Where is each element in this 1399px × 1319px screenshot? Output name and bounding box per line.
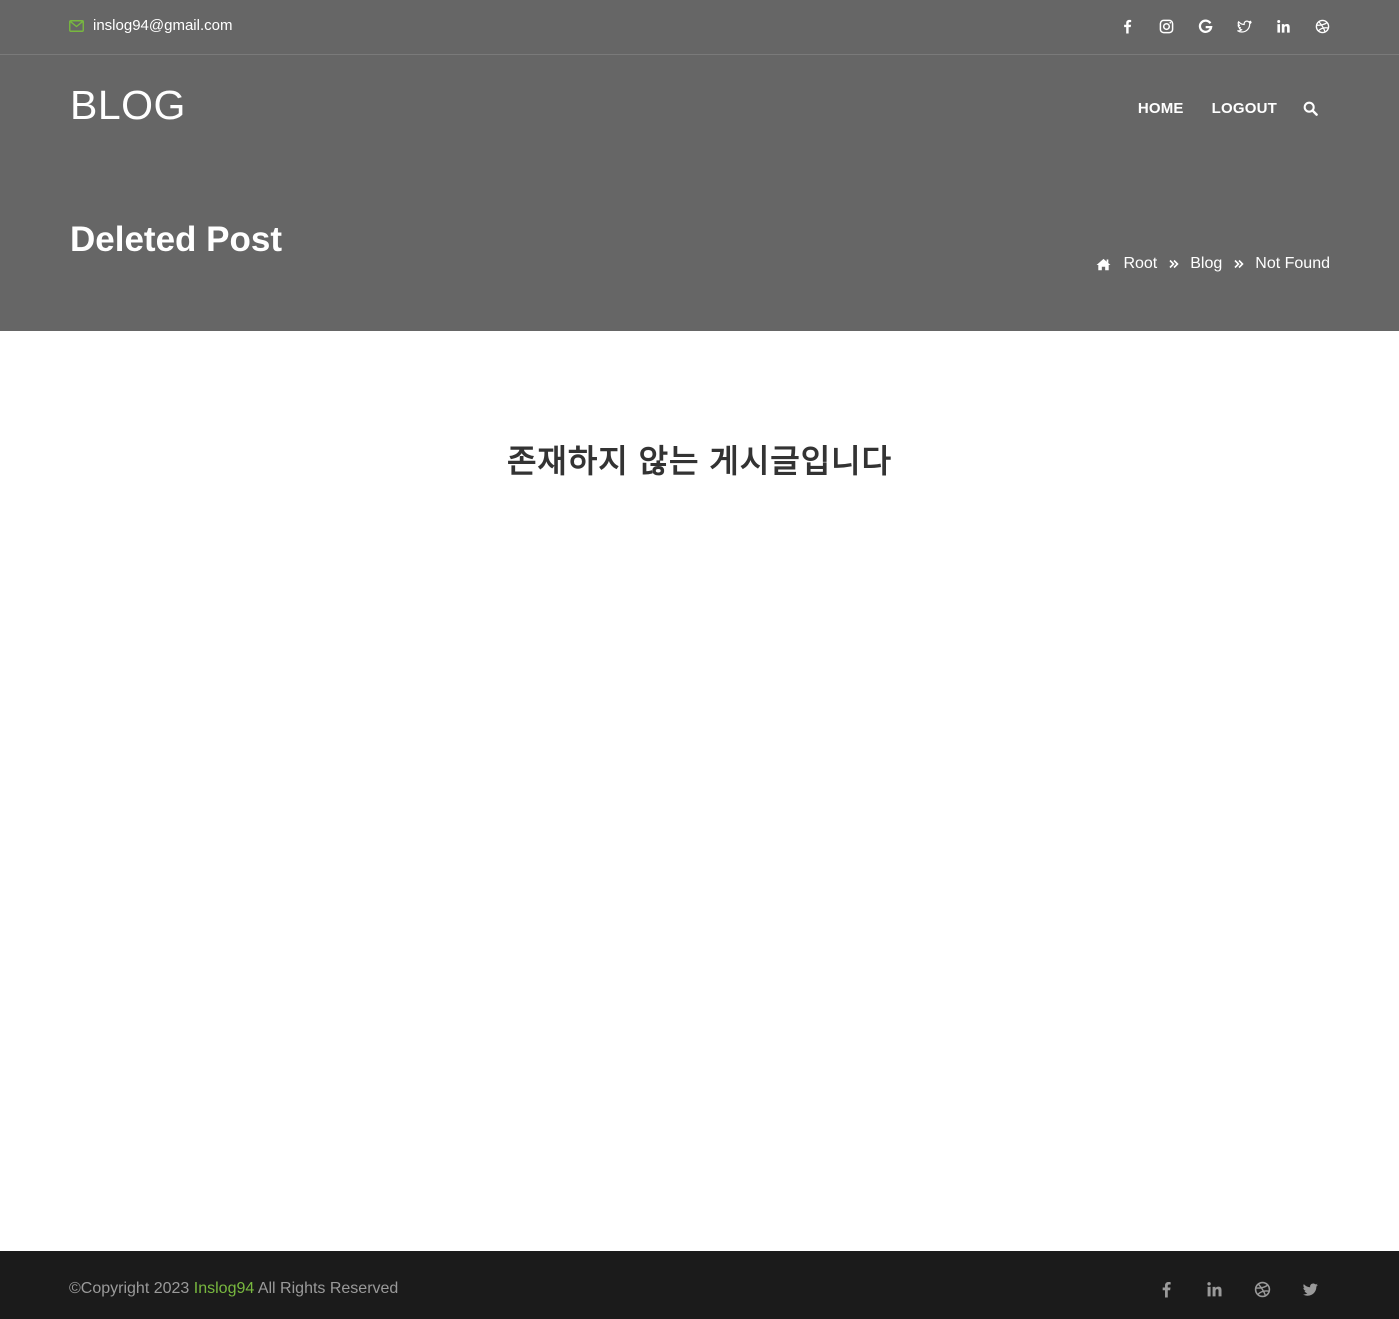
- linkedin-icon: [1206, 1281, 1222, 1296]
- google-icon: [1198, 18, 1212, 33]
- instagram-link[interactable]: [1157, 17, 1175, 35]
- linkedin-link[interactable]: [1274, 17, 1292, 35]
- copyright-prefix: ©Copyright 2023: [69, 1280, 190, 1297]
- contact-email: inslog94@gmail.com: [93, 17, 233, 34]
- home-icon: [1096, 258, 1111, 270]
- envelope-icon: [69, 19, 84, 32]
- linkedin-icon: [1276, 19, 1290, 33]
- top-bar: inslog94@gmail.com: [0, 0, 1399, 55]
- footer-linkedin-link[interactable]: [1204, 1279, 1224, 1299]
- facebook-icon: [1162, 1281, 1171, 1297]
- nav-home[interactable]: HOME: [1138, 100, 1184, 117]
- footer-social-links: [1128, 1279, 1320, 1299]
- breadcrumb-blog[interactable]: Blog: [1190, 255, 1222, 273]
- page-title: Deleted Post: [70, 220, 282, 259]
- main-nav: HOME LOGOUT: [1110, 100, 1318, 117]
- footer-brand-link[interactable]: Inslog94: [194, 1280, 255, 1297]
- dribbble-link[interactable]: [1313, 17, 1331, 35]
- nav-logout[interactable]: LOGOUT: [1212, 100, 1277, 117]
- copyright-suffix: All Rights Reserved: [257, 1280, 399, 1297]
- breadcrumb-current: Not Found: [1255, 255, 1330, 272]
- facebook-icon: [1123, 19, 1131, 34]
- footer-dribbble-link[interactable]: [1252, 1279, 1272, 1299]
- footer-facebook-link[interactable]: [1156, 1279, 1176, 1299]
- double-chevron-right-icon: [1169, 259, 1179, 269]
- breadcrumb: Root Blog Not Found: [1096, 255, 1330, 273]
- facebook-link[interactable]: [1118, 17, 1136, 35]
- double-chevron-right-icon: [1234, 259, 1244, 269]
- page-header: inslog94@gmail.com BLOG HOME LOGOUT Dele…: [0, 0, 1399, 331]
- dribbble-icon: [1254, 1281, 1270, 1297]
- breadcrumb-root[interactable]: Root: [1123, 255, 1157, 273]
- search-icon: [1303, 101, 1318, 116]
- not-found-message: 존재하지 않는 게시글입니다: [506, 443, 893, 479]
- twitter-link[interactable]: [1235, 17, 1253, 35]
- site-logo[interactable]: BLOG: [70, 82, 186, 129]
- google-link[interactable]: [1196, 17, 1214, 35]
- page: inslog94@gmail.com BLOG HOME LOGOUT Dele…: [0, 0, 1399, 1319]
- twitter-icon: [1236, 20, 1252, 33]
- page-footer: ©Copyright 2023 Inslog94 All Rights Rese…: [0, 1251, 1399, 1319]
- top-social-links: [1097, 17, 1331, 35]
- twitter-icon: [1302, 1282, 1318, 1296]
- footer-twitter-link[interactable]: [1300, 1279, 1320, 1299]
- instagram-icon: [1159, 19, 1173, 33]
- dribbble-icon: [1315, 19, 1329, 33]
- contact-email-link[interactable]: inslog94@gmail.com: [69, 17, 232, 34]
- search-button[interactable]: [1303, 101, 1318, 116]
- copyright-text: ©Copyright 2023 Inslog94 All Rights Rese…: [69, 1280, 398, 1298]
